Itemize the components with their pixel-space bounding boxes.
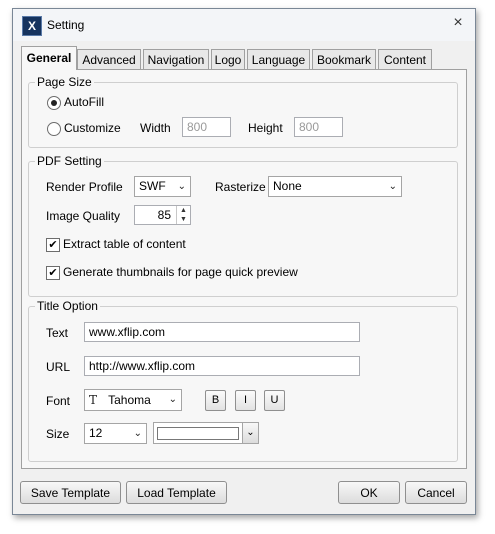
autofill-radio[interactable] (47, 96, 61, 110)
width-label: Width (140, 121, 171, 135)
font-type-icon: T (89, 393, 98, 407)
image-quality-label: Image Quality (46, 209, 121, 223)
size-value: 12 (89, 426, 103, 440)
checkmark-icon: ✔ (48, 239, 58, 251)
tab-logo[interactable]: Logo (211, 49, 245, 69)
tab-navigation[interactable]: Navigation (143, 49, 209, 69)
spin-buttons[interactable]: ▲ ▼ (176, 206, 190, 224)
customize-radio[interactable] (47, 122, 61, 136)
tab-language[interactable]: Language (247, 49, 310, 69)
underline-button[interactable]: U (264, 390, 285, 411)
spin-down-icon[interactable]: ▼ (177, 215, 190, 224)
render-profile-value: SWF (139, 179, 166, 193)
color-swatch (157, 427, 239, 440)
general-panel: Page Size AutoFill Customize Width 800 H… (21, 69, 467, 469)
spin-up-icon[interactable]: ▲ (177, 206, 190, 215)
page-size-group: Page Size AutoFill Customize Width 800 H… (28, 75, 458, 148)
autofill-label: AutoFill (64, 95, 105, 109)
url-label: URL (46, 360, 71, 374)
thumbnails-label: Generate thumbnails for page quick previ… (63, 265, 298, 279)
extract-toc-label: Extract table of content (63, 237, 186, 251)
text-label: Text (46, 326, 69, 340)
chevron-down-icon: ⌄ (168, 394, 177, 405)
font-select[interactable]: T Tahoma ⌄ (84, 389, 182, 411)
bold-button[interactable]: B (205, 390, 226, 411)
app-icon: X (22, 16, 42, 36)
font-value: Tahoma (108, 393, 151, 407)
rasterize-label: Rasterize (215, 180, 266, 194)
customize-label: Customize (64, 121, 121, 135)
title-url-field[interactable]: http://www.xflip.com (84, 356, 360, 376)
tab-advanced[interactable]: Advanced (77, 49, 141, 69)
ok-button[interactable]: OK (338, 481, 400, 504)
rasterize-value: None (273, 179, 302, 193)
page-size-title: Page Size (35, 75, 94, 89)
title-option-title: Title Option (35, 299, 100, 313)
extract-toc-checkbox[interactable]: ✔ (46, 238, 60, 252)
height-label: Height (248, 121, 283, 135)
cancel-button[interactable]: Cancel (405, 481, 467, 504)
pdf-setting-title: PDF Setting (35, 154, 104, 168)
chevron-down-icon: ⌄ (177, 181, 186, 192)
checkmark-icon: ✔ (48, 267, 58, 279)
font-label: Font (46, 394, 71, 408)
window-title: Setting (47, 18, 85, 32)
title-option-group: Title Option Text www.xflip.com URL http… (28, 299, 458, 462)
radio-selected-dot (51, 100, 57, 106)
image-quality-value: 85 (157, 208, 171, 222)
title-text-field[interactable]: www.xflip.com (84, 322, 360, 342)
tab-content[interactable]: Content (378, 49, 432, 69)
chevron-down-icon[interactable]: ⌄ (242, 423, 258, 443)
width-field[interactable]: 800 (182, 117, 231, 137)
rasterize-select[interactable]: None ⌄ (268, 176, 402, 197)
size-select[interactable]: 12 ⌄ (84, 423, 147, 444)
close-icon[interactable]: × (449, 14, 467, 32)
image-quality-spinbox[interactable]: 85 ▲ ▼ (134, 205, 191, 225)
render-profile-label: Render Profile (46, 180, 123, 194)
height-field[interactable]: 800 (294, 117, 343, 137)
load-template-button[interactable]: Load Template (126, 481, 227, 504)
color-picker[interactable]: ⌄ (153, 422, 259, 444)
pdf-setting-group: PDF Setting Render Profile SWF ⌄ Rasteri… (28, 154, 458, 297)
title-bar[interactable]: X Setting × (13, 9, 475, 41)
chevron-down-icon: ⌄ (388, 181, 397, 192)
size-label: Size (46, 427, 70, 441)
tab-bookmark[interactable]: Bookmark (312, 49, 376, 69)
render-profile-select[interactable]: SWF ⌄ (134, 176, 191, 197)
setting-dialog: X Setting × General Advanced Navigation … (12, 8, 476, 515)
thumbnails-checkbox[interactable]: ✔ (46, 266, 60, 280)
save-template-button[interactable]: Save Template (20, 481, 121, 504)
italic-button[interactable]: I (235, 390, 256, 411)
chevron-down-icon: ⌄ (133, 428, 142, 439)
tab-general[interactable]: General (21, 46, 77, 70)
